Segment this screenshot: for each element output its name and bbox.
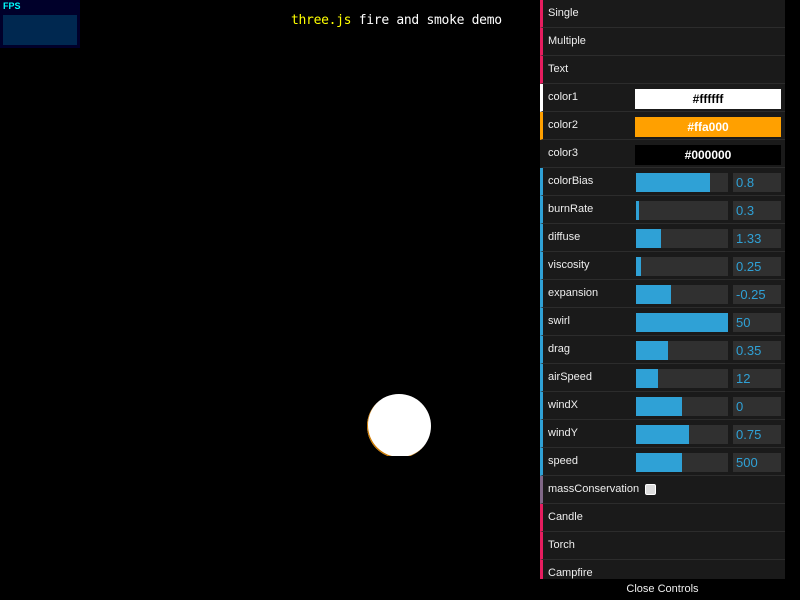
checkbox[interactable] (645, 484, 656, 495)
slider-control-diffuse[interactable]: diffuse 1.33 (540, 224, 785, 252)
preset-button-candle[interactable]: Candle (540, 504, 785, 532)
slider-fill (636, 201, 639, 220)
control-label: burnRate (548, 203, 594, 215)
fire-render-mask (367, 456, 433, 462)
control-label: viscosity (548, 259, 590, 271)
number-input[interactable]: 0.75 (733, 425, 781, 444)
slider-control-viscosity[interactable]: viscosity 0.25 (540, 252, 785, 280)
slider[interactable] (636, 257, 728, 276)
slider[interactable] (636, 453, 728, 472)
fps-stats-panel[interactable]: FPS (0, 0, 80, 48)
preset-button-multiple[interactable]: Multiple (540, 28, 785, 56)
control-label: Single (548, 7, 579, 19)
control-label: Campfire (548, 567, 593, 579)
control-label: windX (548, 399, 578, 411)
control-label: swirl (548, 315, 570, 327)
fire-render (367, 394, 431, 458)
slider-control-swirl[interactable]: swirl 50 (540, 308, 785, 336)
number-input[interactable]: 50 (733, 313, 781, 332)
fps-graph (3, 15, 77, 45)
slider[interactable] (636, 201, 728, 220)
color-input[interactable]: #000000 (635, 145, 781, 165)
slider[interactable] (636, 229, 728, 248)
slider[interactable] (636, 173, 728, 192)
number-input[interactable]: -0.25 (733, 285, 781, 304)
controls-list: Single Multiple Text color1 #ffffff color2 #ff… (540, 0, 785, 579)
slider-control-expansion[interactable]: expansion -0.25 (540, 280, 785, 308)
number-input[interactable]: 0.3 (733, 201, 781, 220)
control-label: colorBias (548, 175, 594, 187)
preset-button-text[interactable]: Text (540, 56, 785, 84)
slider-fill (636, 173, 710, 192)
slider-control-burnrate[interactable]: burnRate 0.3 (540, 196, 785, 224)
slider-control-windx[interactable]: windX 0 (540, 392, 785, 420)
slider-control-airspeed[interactable]: airSpeed 12 (540, 364, 785, 392)
control-label: Text (548, 63, 569, 75)
slider-fill (636, 341, 669, 360)
control-label: massConservation (548, 483, 640, 495)
control-label: color1 (548, 91, 578, 103)
page-title: three.js fire and smoke demo (291, 13, 502, 28)
preset-button-single[interactable]: Single (540, 0, 785, 28)
close-controls-button[interactable]: Close Controls (540, 579, 785, 600)
control-label: expansion (548, 287, 599, 299)
slider[interactable] (636, 313, 728, 332)
control-label: color2 (548, 119, 578, 131)
slider[interactable] (636, 397, 728, 416)
number-input[interactable]: 0 (733, 397, 781, 416)
toggle-control-massconservation[interactable]: massConservation (540, 476, 785, 504)
slider[interactable] (636, 341, 728, 360)
threejs-link[interactable]: three.js (291, 13, 352, 28)
control-label: speed (548, 455, 578, 467)
number-input[interactable]: 0.25 (733, 257, 781, 276)
slider-fill (636, 257, 641, 276)
control-label: Multiple (548, 35, 586, 47)
preset-button-campfire[interactable]: Campfire (540, 560, 785, 579)
slider-fill (636, 397, 682, 416)
color-control-color1[interactable]: color1 #ffffff (540, 84, 785, 112)
color-input[interactable]: #ffa000 (635, 117, 781, 137)
slider[interactable] (636, 285, 728, 304)
slider-fill (636, 369, 659, 388)
color-control-color3[interactable]: color3 #000000 (540, 140, 785, 168)
control-label: color3 (548, 147, 578, 159)
title-text: fire and smoke demo (351, 13, 502, 28)
slider-fill (636, 453, 682, 472)
control-label: drag (548, 343, 571, 355)
color-input[interactable]: #ffffff (635, 89, 781, 109)
number-input[interactable]: 12 (733, 369, 781, 388)
number-input[interactable]: 0.8 (733, 173, 781, 192)
slider-fill (636, 313, 728, 332)
control-label: diffuse (548, 231, 581, 243)
color-control-color2[interactable]: color2 #ffa000 (540, 112, 785, 140)
slider-fill (636, 285, 671, 304)
number-input[interactable]: 1.33 (733, 229, 781, 248)
slider[interactable] (636, 369, 728, 388)
control-label: airSpeed (548, 371, 593, 383)
slider-control-colorbias[interactable]: colorBias 0.8 (540, 168, 785, 196)
slider-control-drag[interactable]: drag 0.35 (540, 336, 785, 364)
slider[interactable] (636, 425, 728, 444)
number-input[interactable]: 500 (733, 453, 781, 472)
slider-control-speed[interactable]: speed 500 (540, 448, 785, 476)
controls-panel: Single Multiple Text color1 #ffffff color2 #ff… (540, 0, 785, 600)
slider-control-windy[interactable]: windY 0.75 (540, 420, 785, 448)
control-label: Candle (548, 511, 583, 523)
slider-fill (636, 425, 689, 444)
number-input[interactable]: 0.35 (733, 341, 781, 360)
fps-label: FPS (3, 1, 21, 11)
preset-button-torch[interactable]: Torch (540, 532, 785, 560)
control-label: Torch (548, 539, 575, 551)
control-label: windY (548, 427, 578, 439)
slider-fill (636, 229, 661, 248)
